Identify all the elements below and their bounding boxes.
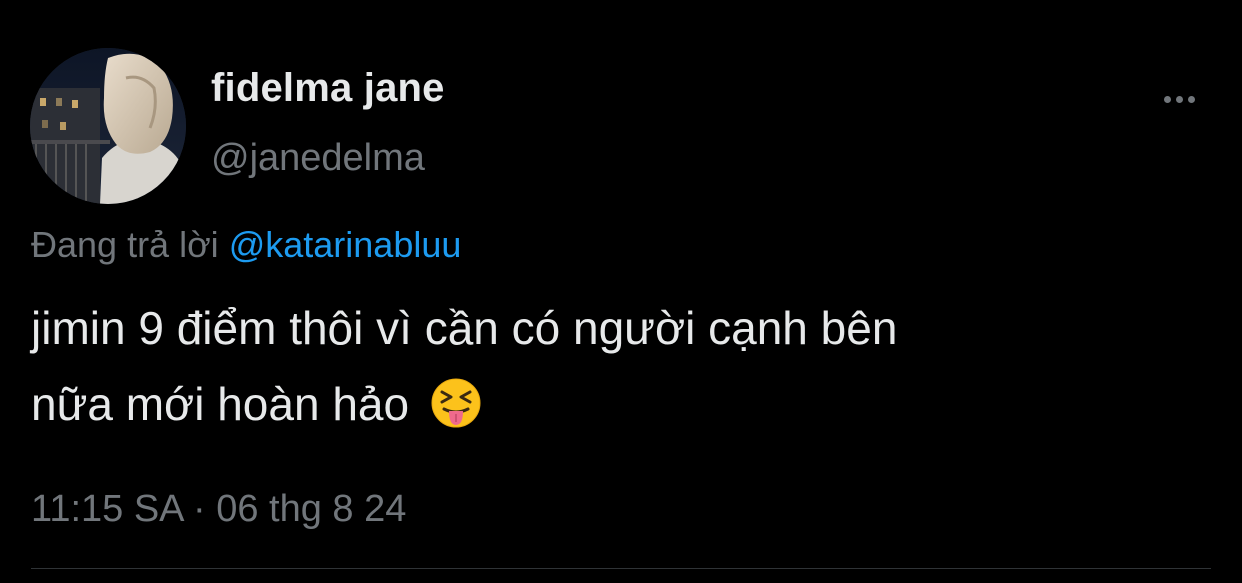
ellipsis-icon (1163, 95, 1171, 103)
ellipsis-icon-dot-3 (1187, 95, 1195, 103)
replying-to: Đang trả lời @katarinabluu (31, 224, 461, 266)
tweet-text-line-1: jimin 9 điểm thôi vì cần có người cạnh b… (31, 302, 898, 354)
tweet-container: fidelma jane @janedelma Đang trả lời @ka… (0, 0, 1242, 583)
reply-mention-link[interactable]: @katarinabluu (229, 224, 462, 265)
replying-to-label: Đang trả lời (31, 224, 219, 265)
ellipsis-icon-dot-2 (1175, 95, 1183, 103)
tweet-text-line-2: nữa mới hoàn hảo (31, 378, 410, 430)
avatar-photo-icon (30, 48, 186, 204)
tweet-text-line-2-wrapper: nữa mới hoàn hảo (31, 366, 1211, 442)
username-handle[interactable]: @janedelma (211, 137, 425, 180)
more-options-button[interactable] (1154, 86, 1204, 112)
tweet-timestamp[interactable]: 11:15 SA · 06 thg 8 24 (31, 488, 406, 531)
squinting-face-with-tongue-icon (431, 378, 481, 428)
divider (31, 568, 1211, 569)
avatar[interactable] (30, 48, 186, 204)
display-name[interactable]: fidelma jane (211, 66, 445, 111)
tweet-text: jimin 9 điểm thôi vì cần có người cạnh b… (31, 290, 1211, 442)
